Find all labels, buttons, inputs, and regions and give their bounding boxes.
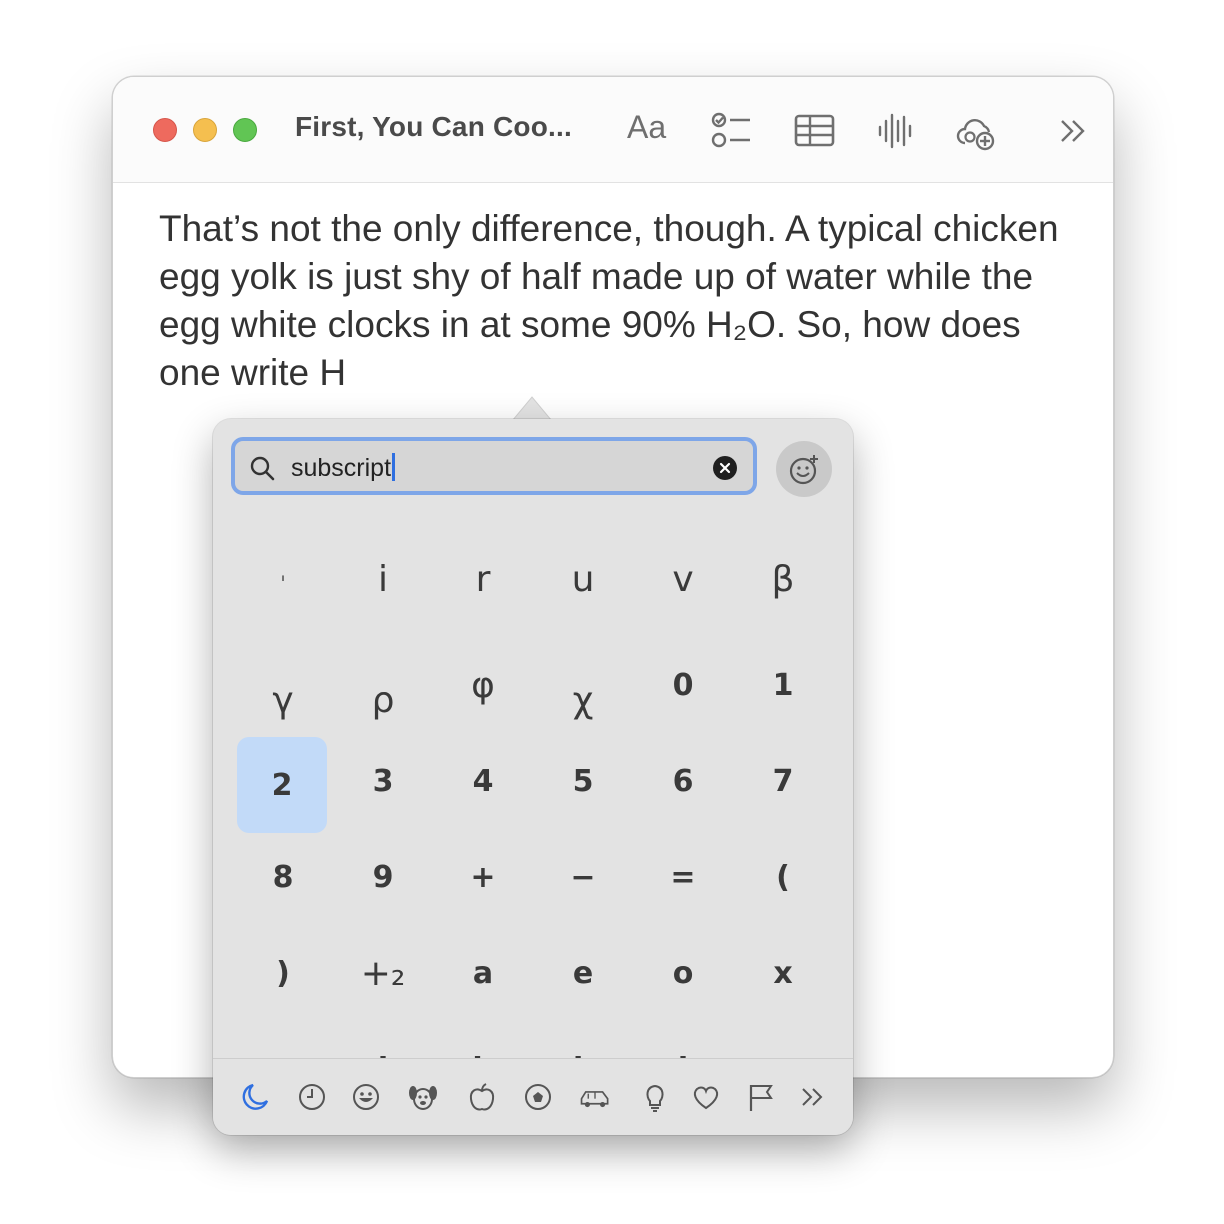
checklist-icon[interactable]	[711, 111, 753, 151]
character-cell[interactable]: χ	[533, 637, 633, 733]
character-grid-scroll[interactable]: ˌ i r u v β γ ρ φ χ 0 1 2 3 4 5 6 7 8 9 …	[213, 529, 853, 1059]
animals-icon[interactable]	[407, 1081, 439, 1113]
character-cell[interactable]: j	[333, 1021, 433, 1060]
character-cell[interactable]: k	[533, 1021, 633, 1060]
symbols-heart-icon[interactable]	[690, 1081, 722, 1113]
character-cell[interactable]: l	[633, 1021, 733, 1060]
character-cell[interactable]: v	[633, 541, 733, 637]
character-cell[interactable]: u	[533, 541, 633, 637]
travel-car-icon[interactable]	[579, 1081, 611, 1113]
frequently-used-moon-icon[interactable]	[239, 1081, 271, 1113]
search-input[interactable]: subscript	[291, 454, 391, 482]
flags-icon[interactable]	[745, 1081, 777, 1113]
character-cell[interactable]: x	[733, 925, 833, 1021]
character-cell[interactable]: 6	[633, 733, 733, 829]
character-cell[interactable]: 5	[533, 733, 633, 829]
activity-ball-icon[interactable]	[522, 1081, 554, 1113]
character-cell[interactable]: 4	[433, 733, 533, 829]
recent-clock-icon[interactable]	[296, 1081, 328, 1113]
audio-icon[interactable]	[877, 111, 913, 151]
character-cell[interactable]: h	[433, 1021, 533, 1060]
emoji-picker-popover: subscript ˌ i r u v β γ ρ φ χ 0 1 2 3 4 …	[213, 419, 853, 1135]
zoom-button[interactable]	[233, 118, 257, 142]
clear-search-button[interactable]	[713, 456, 737, 480]
add-emoji-button[interactable]	[776, 441, 832, 497]
character-cell[interactable]: γ	[233, 637, 333, 733]
character-cell[interactable]: 7	[733, 733, 833, 829]
character-cell[interactable]: (	[733, 829, 833, 925]
more-icon[interactable]	[1059, 111, 1089, 151]
character-cell[interactable]: 3	[333, 733, 433, 829]
close-icon	[719, 462, 731, 474]
more-categories-icon[interactable]	[798, 1081, 830, 1113]
objects-bulb-icon[interactable]	[639, 1081, 671, 1113]
character-cell-selected[interactable]: 2	[237, 737, 327, 833]
format-button[interactable]: Aa	[627, 109, 666, 149]
popover-arrow	[512, 396, 552, 421]
close-button[interactable]	[153, 118, 177, 142]
character-cell[interactable]: ˌ	[233, 541, 333, 637]
title-bar: First, You Can Coo... Aa	[113, 77, 1113, 183]
note-text[interactable]: That’s not the only difference, though. …	[159, 205, 1079, 397]
window-title: First, You Can Coo...	[295, 111, 572, 142]
emoji-search-field[interactable]: subscript	[231, 437, 757, 495]
category-bar	[213, 1058, 853, 1135]
character-cell[interactable]: m	[733, 1021, 833, 1060]
character-cell[interactable]: r	[433, 541, 533, 637]
character-cell[interactable]: β	[733, 541, 833, 637]
search-icon	[250, 456, 275, 481]
character-cell[interactable]: +	[433, 829, 533, 925]
character-cell[interactable]: 8	[233, 829, 333, 925]
character-grid: ˌ i r u v β γ ρ φ χ 0 1 2 3 4 5 6 7 8 9 …	[233, 541, 833, 1059]
character-cell[interactable]: 9	[333, 829, 433, 925]
character-cell[interactable]: =	[633, 829, 733, 925]
smileys-icon[interactable]	[350, 1081, 382, 1113]
collaborate-icon[interactable]	[955, 111, 997, 151]
character-cell[interactable]: −	[533, 829, 633, 925]
food-apple-icon[interactable]	[466, 1081, 498, 1113]
character-cell[interactable]: ρ	[333, 637, 433, 733]
character-cell[interactable]	[233, 1021, 333, 1059]
character-cell[interactable]: e	[533, 925, 633, 1021]
text-caret	[392, 453, 396, 481]
character-cell[interactable]: a	[433, 925, 533, 1021]
character-cell[interactable]: φ	[433, 637, 533, 733]
character-cell[interactable]: 0	[633, 637, 733, 733]
character-cell[interactable]: )	[233, 925, 333, 1021]
character-cell[interactable]: i	[333, 541, 433, 637]
minimize-button[interactable]	[193, 118, 217, 142]
character-cell[interactable]: 1	[733, 637, 833, 733]
character-cell[interactable]: +₂	[333, 925, 433, 1021]
character-cell[interactable]: o	[633, 925, 733, 1021]
smiley-plus-icon	[789, 455, 818, 485]
table-icon[interactable]	[794, 111, 836, 151]
